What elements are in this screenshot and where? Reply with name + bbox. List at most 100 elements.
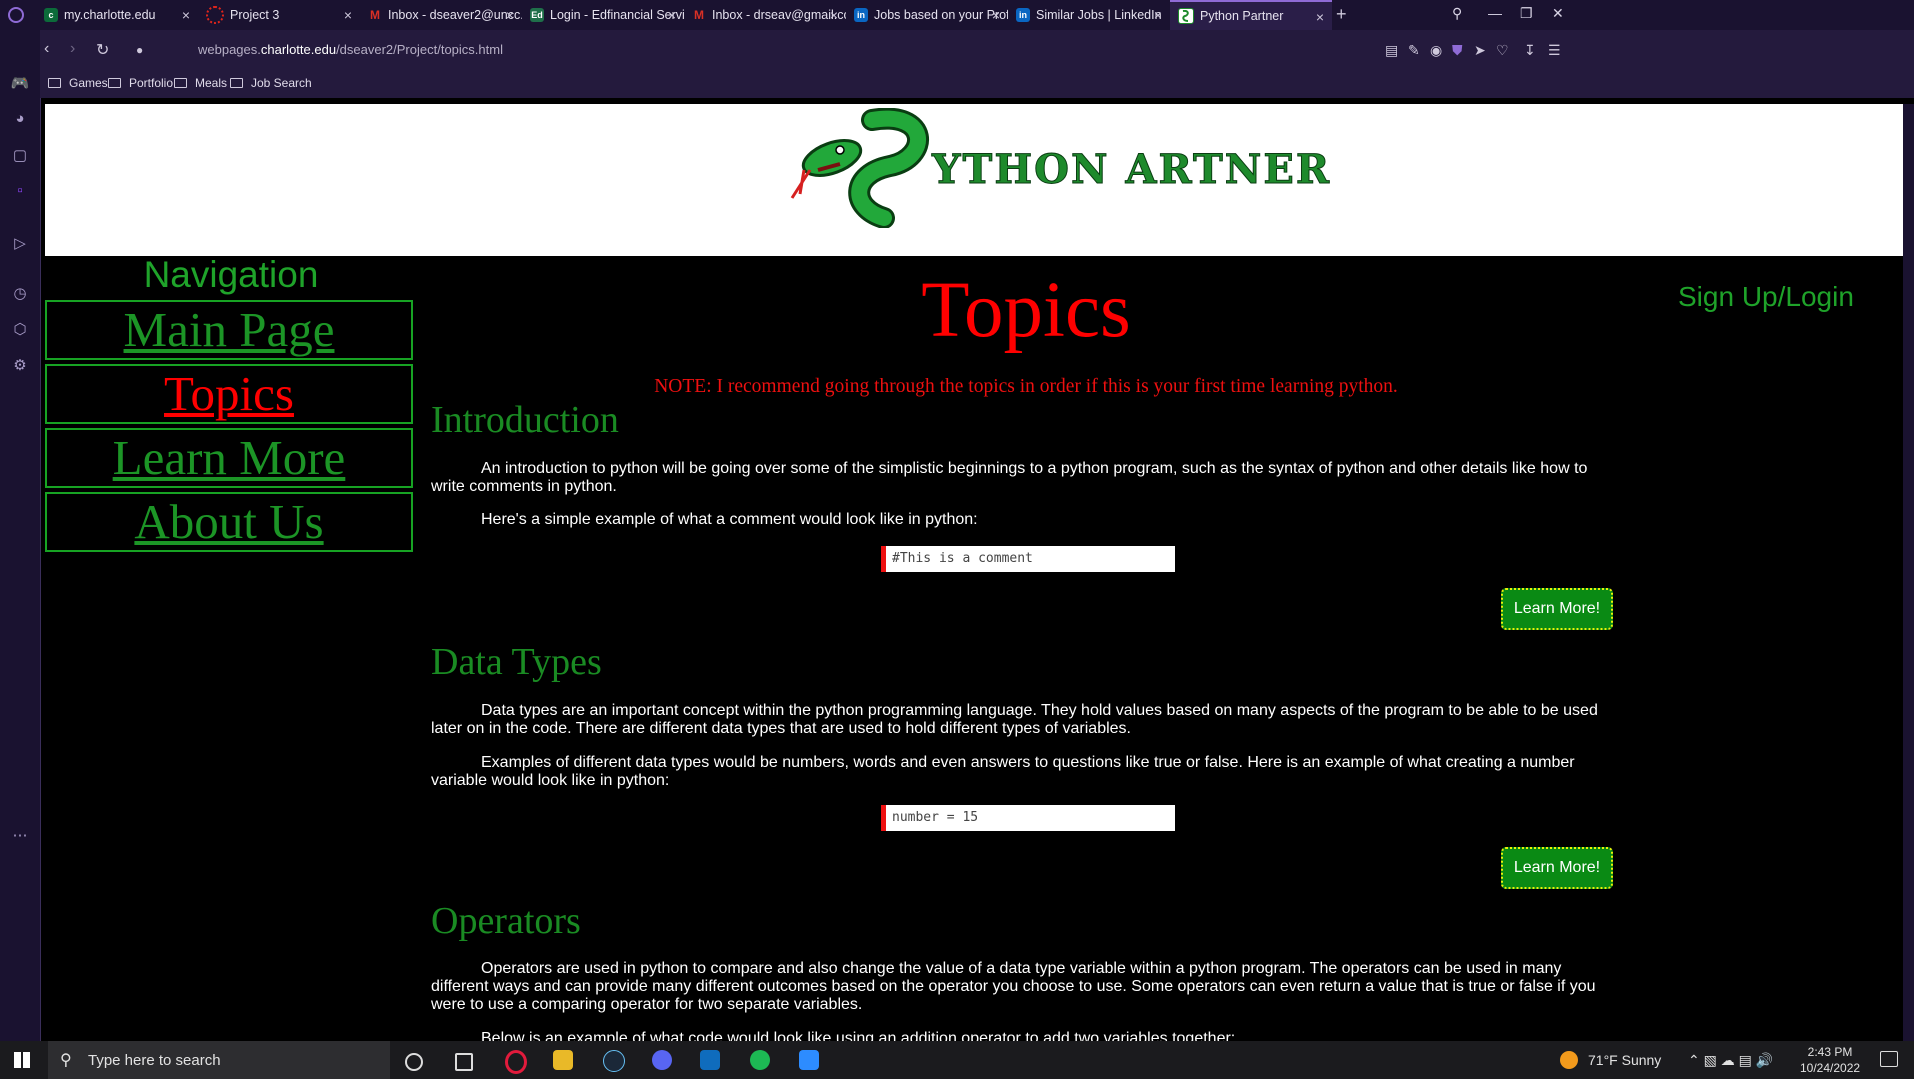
close-icon[interactable]: × — [992, 7, 1000, 23]
gmail-icon: M — [370, 8, 380, 22]
heart-icon[interactable]: ♡ — [1496, 42, 1509, 59]
shield-icon[interactable]: ⛊ — [1452, 42, 1463, 59]
camera-icon[interactable]: ◉ — [1430, 42, 1442, 59]
lock-icon: ● — [136, 43, 144, 57]
tab-title: Project 3 — [230, 8, 280, 22]
close-icon[interactable]: × — [182, 7, 190, 23]
taskbar-search-placeholder: Type here to search — [88, 1052, 221, 1069]
tab-python-partner[interactable]: Python Partner × — [1170, 0, 1332, 30]
url-path: /dseaver2/Project/topics.html — [336, 42, 503, 57]
tab-inbox-gmail[interactable]: M Inbox - drseav@gmail.com × — [684, 0, 846, 30]
tab-title: my.charlotte.edu — [64, 8, 156, 22]
url-field[interactable]: webpages.charlotte.edu/dseaver2/Project/… — [198, 42, 503, 57]
nav-learn-more[interactable]: Learn More — [45, 428, 413, 488]
restore-button[interactable]: ❐ — [1520, 5, 1533, 22]
close-icon[interactable]: × — [830, 7, 838, 23]
task-view-icon[interactable] — [455, 1053, 473, 1071]
tab-title: Similar Jobs | LinkedIn — [1036, 8, 1162, 22]
learn-more-button-introduction[interactable]: Learn More! — [1501, 588, 1613, 630]
taskbar-search[interactable]: ⚲ Type here to search — [48, 1041, 390, 1079]
page-scrollbar[interactable] — [1903, 104, 1914, 1041]
logo-wordmark: YTHON ARTNER — [931, 146, 1332, 194]
search-tabs-icon[interactable]: ⚲ — [1452, 5, 1462, 22]
tab-edfinancial[interactable]: Ed Login - Edfinancial Services × — [522, 0, 684, 30]
reader-mode-icon[interactable]: ▤ — [1385, 42, 1398, 59]
weather-text[interactable]: 71°F Sunny — [1588, 1052, 1661, 1068]
tab-linkedin-jobs[interactable]: in Jobs based on your Profile × — [846, 0, 1008, 30]
python-partner-logo[interactable]: YTHON ARTNER — [780, 107, 1330, 233]
spotify-icon[interactable] — [750, 1050, 770, 1070]
windows-start-icon[interactable] — [14, 1052, 30, 1068]
url-prefix: webpages. — [198, 42, 261, 57]
twitch-icon[interactable]: ▫ — [10, 182, 30, 199]
more-icon[interactable]: ⋯ — [10, 826, 30, 844]
bookmark-meals[interactable]: Meals — [174, 76, 227, 90]
minimize-button[interactable]: — — [1488, 5, 1502, 21]
tab-inbox-uncc[interactable]: M Inbox - dseaver2@uncc.edu × — [360, 0, 522, 30]
history-icon[interactable]: ◷ — [10, 284, 30, 302]
order-note: NOTE: I recommend going through the topi… — [654, 376, 1398, 397]
tab-my-charlotte[interactable]: c my.charlotte.edu × — [36, 0, 198, 30]
bookmark-games[interactable]: Games — [48, 76, 108, 90]
system-tray-icons[interactable]: ⌃ ▧ ☁ ▤ 🔊 — [1688, 1052, 1773, 1069]
cube-icon[interactable]: ⬡ — [10, 320, 30, 338]
steam-icon[interactable] — [603, 1050, 625, 1072]
bookmark-job-search[interactable]: Job Search — [230, 76, 312, 90]
tab-project-3[interactable]: Project 3 × — [198, 0, 360, 30]
close-icon[interactable]: × — [1154, 7, 1162, 23]
settings-icon[interactable]: ⚙ — [10, 356, 30, 374]
menu-icon[interactable]: ☰ — [1548, 42, 1561, 59]
download-icon[interactable]: ↧ — [1524, 42, 1536, 59]
signup-login-link[interactable]: Sign Up/Login — [1678, 281, 1854, 313]
bookmark-portfolio[interactable]: Portfolio — [108, 76, 173, 90]
section-title-data-types: Data Types — [431, 641, 602, 683]
gmail-icon: M — [694, 8, 704, 22]
nav-main-page[interactable]: Main Page — [45, 300, 413, 360]
send-icon[interactable]: ➤ — [1474, 42, 1486, 59]
clock-time: 2:43 PM — [1807, 1045, 1853, 1059]
forward-button[interactable]: › — [70, 40, 75, 58]
site-banner: YTHON ARTNER — [45, 104, 1903, 256]
nav-about-us[interactable]: About Us — [45, 492, 413, 552]
navigation-title: Navigation — [143, 254, 319, 295]
close-icon[interactable]: × — [1316, 9, 1324, 25]
back-button[interactable]: ‹ — [44, 40, 49, 58]
mail-icon[interactable] — [700, 1050, 720, 1070]
folder-icon — [174, 78, 187, 88]
new-tab-button[interactable]: + — [1336, 4, 1347, 25]
browser-sidebar: 🎮 ◕ ▢ ▫ ▷ ◷ ⬡ ⚙ ⋯ — [0, 30, 41, 1041]
notification-icon[interactable] — [1880, 1051, 1898, 1067]
nav-topics[interactable]: Topics — [45, 364, 413, 424]
snake-icon — [790, 107, 929, 229]
search-icon: ⚲ — [60, 1052, 72, 1069]
canvas-icon — [206, 6, 224, 24]
speed-dial-icon[interactable]: ◕ — [10, 110, 30, 127]
close-window-button[interactable]: ✕ — [1552, 5, 1564, 22]
close-icon[interactable]: × — [668, 7, 676, 23]
edfinancial-icon: Ed — [530, 8, 544, 22]
edit-icon[interactable]: ✎ — [1408, 42, 1420, 59]
gamepad-icon[interactable]: 🎮 — [10, 74, 30, 92]
system-clock[interactable]: 2:43 PM 10/24/2022 — [1800, 1044, 1860, 1076]
opera-gx-icon[interactable] — [505, 1050, 527, 1074]
data-types-paragraph-1: Data types are an important concept with… — [431, 702, 1598, 737]
browser-logo-icon[interactable] — [8, 7, 24, 23]
close-icon[interactable]: × — [344, 7, 352, 23]
web-page: YTHON ARTNER Navigation Main Page Topics… — [45, 104, 1903, 1041]
reload-button[interactable]: ↻ — [96, 40, 109, 60]
tab-title: Jobs based on your Profile — [874, 8, 1008, 22]
python-partner-icon — [1178, 8, 1194, 24]
linkedin-icon: in — [1016, 8, 1030, 22]
address-bar: ‹ › ↻ ● webpages.charlotte.edu/dseaver2/… — [40, 30, 1914, 70]
cortana-icon[interactable] — [405, 1053, 423, 1071]
tab-linkedin-similar[interactable]: in Similar Jobs | LinkedIn × — [1008, 0, 1170, 30]
section-title-introduction: Introduction — [431, 399, 619, 441]
file-explorer-icon[interactable] — [553, 1050, 573, 1070]
discord-icon[interactable] — [652, 1050, 672, 1070]
briefcase-icon[interactable]: ▢ — [10, 146, 30, 164]
learn-more-button-data-types[interactable]: Learn More! — [1501, 847, 1613, 889]
player-icon[interactable]: ▷ — [10, 234, 30, 252]
close-icon[interactable]: × — [506, 7, 514, 23]
zoom-icon[interactable] — [799, 1050, 819, 1070]
clock-date: 10/24/2022 — [1800, 1061, 1861, 1075]
